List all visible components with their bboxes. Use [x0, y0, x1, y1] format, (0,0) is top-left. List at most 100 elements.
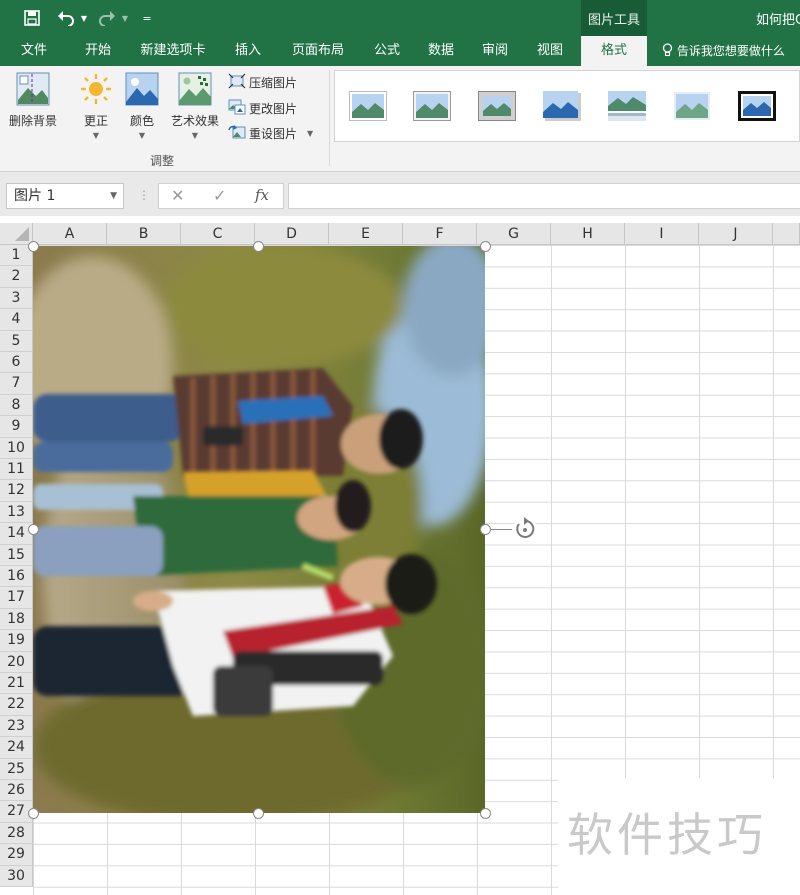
column-header-e[interactable]: E [329, 223, 403, 245]
column-header-b[interactable]: B [107, 223, 181, 245]
enter-check-icon[interactable]: ✓ [213, 186, 226, 205]
lightbulb-icon [662, 43, 677, 58]
color-button[interactable]: 颜色 ▼ [122, 72, 162, 140]
resize-handle-top-left[interactable] [28, 241, 39, 252]
row-header-8[interactable]: 8 [0, 394, 33, 417]
formula-bar: 图片 1 ▼ ⋮ ✕ ✓ fx [0, 172, 800, 216]
rotated-group-photo [33, 246, 485, 813]
picture-style-beveled[interactable] [413, 91, 451, 121]
tab-insert[interactable]: 插入 [222, 36, 274, 66]
change-picture-label: 更改图片 [249, 101, 298, 116]
inserted-picture[interactable] [33, 246, 485, 813]
row-header-19[interactable]: 19 [0, 630, 33, 652]
row-header-30[interactable]: 30 [0, 865, 33, 887]
save-icon[interactable] [22, 8, 42, 28]
picture-style-reflected[interactable] [608, 91, 646, 121]
corrections-button[interactable]: 更正 ▼ [76, 72, 116, 140]
rotation-connector [490, 529, 512, 530]
resize-handle-top-right[interactable] [480, 241, 491, 252]
column-header-j[interactable]: J [699, 223, 773, 245]
chevron-down-icon[interactable]: ▼ [110, 184, 117, 208]
resize-handle-middle-left[interactable] [28, 524, 39, 535]
row-header-12[interactable]: 12 [0, 480, 33, 502]
resize-handle-bottom-left[interactable] [28, 808, 39, 819]
cancel-icon[interactable]: ✕ [171, 186, 184, 205]
picture-style-thick-matte[interactable] [478, 91, 516, 121]
row-header-29[interactable]: 29 [0, 844, 33, 866]
corrections-label: 更正 [83, 114, 108, 128]
row-header-7[interactable]: 7 [0, 373, 33, 395]
customize-quick-access-icon[interactable]: = [140, 8, 154, 28]
row-header-3[interactable]: 3 [0, 287, 33, 310]
select-all-corner[interactable] [0, 223, 33, 245]
column-header-f[interactable]: F [403, 223, 477, 245]
tab-data[interactable]: 数据 [416, 36, 466, 66]
picture-style-simple-shadow[interactable] [543, 91, 581, 121]
row-header-4[interactable]: 4 [0, 309, 33, 331]
column-header-i[interactable]: I [625, 223, 699, 245]
undo-dropdown-icon[interactable]: ▼ [79, 8, 89, 28]
chevron-down-icon[interactable]: ▼ [307, 129, 313, 138]
column-header-d[interactable]: D [255, 223, 329, 245]
tab-review[interactable]: 审阅 [470, 36, 520, 66]
redo-icon[interactable] [97, 8, 117, 28]
row-header-25[interactable]: 25 [0, 758, 33, 780]
row-header-17[interactable]: 17 [0, 587, 33, 609]
row-header-13[interactable]: 13 [0, 501, 33, 524]
group-separator [329, 70, 330, 166]
undo-icon[interactable] [56, 8, 76, 28]
insert-function-button[interactable]: fx [255, 186, 269, 204]
reset-picture-icon [228, 124, 249, 143]
formula-bar-grip-icon[interactable]: ⋮ [138, 188, 150, 202]
resize-handle-bottom-right[interactable] [480, 808, 491, 819]
tab-format[interactable]: 格式 [581, 36, 647, 66]
tab-view[interactable]: 视图 [524, 36, 576, 66]
row-header-11[interactable]: 11 [0, 459, 33, 481]
name-box-value: 图片 1 [14, 188, 56, 204]
row-header-28[interactable]: 28 [0, 822, 33, 845]
row-header-18[interactable]: 18 [0, 608, 33, 631]
compress-pictures-button[interactable]: 压缩图片 [228, 72, 297, 92]
reset-picture-label: 重设图片 [249, 126, 298, 141]
ribbon-format: 删除背景 更正 ▼ 颜色 ▼ 艺术效果 ▼ 压缩图片 更改图片 重设图片 ▼ 调… [0, 66, 800, 172]
formula-input[interactable] [288, 183, 800, 209]
tab-new-tab[interactable]: 新建选项卡 [131, 36, 215, 66]
tab-formulas[interactable]: 公式 [362, 36, 412, 66]
artistic-effects-button[interactable]: 艺术效果 ▼ [166, 72, 224, 140]
resize-handle-bottom-middle[interactable] [253, 808, 264, 819]
artistic-effects-icon [166, 72, 224, 109]
row-header-23[interactable]: 23 [0, 715, 33, 738]
row-header-10[interactable]: 10 [0, 437, 33, 459]
picture-style-simple-frame[interactable] [349, 91, 387, 121]
column-header-c[interactable]: C [181, 223, 255, 245]
tell-me-search[interactable]: 告诉我您想要做什么 [662, 36, 785, 66]
resize-handle-top-middle[interactable] [253, 241, 264, 252]
row-header-21[interactable]: 21 [0, 673, 33, 695]
row-header-20[interactable]: 20 [0, 651, 33, 673]
row-header-22[interactable]: 22 [0, 694, 33, 716]
row-header-6[interactable]: 6 [0, 352, 33, 374]
column-header-overflow [773, 223, 800, 245]
reset-picture-button[interactable]: 重设图片 ▼ [228, 123, 313, 143]
remove-background-button[interactable]: 删除背景 [4, 72, 62, 129]
formula-buttons: ✕ ✓ fx [158, 183, 284, 209]
rotate-handle-icon[interactable] [511, 515, 539, 543]
tab-file[interactable]: 文件 [6, 36, 62, 66]
row-header-26[interactable]: 26 [0, 780, 33, 802]
change-picture-button[interactable]: 更改图片 [228, 98, 297, 118]
picture-style-black-frame[interactable] [738, 91, 776, 121]
column-header-a[interactable]: A [33, 223, 107, 245]
row-header-16[interactable]: 16 [0, 566, 33, 588]
row-header-5[interactable]: 5 [0, 330, 33, 352]
redo-dropdown-icon[interactable]: ▼ [120, 8, 130, 28]
name-box[interactable]: 图片 1 ▼ [6, 183, 124, 209]
document-title: 如何把C [756, 13, 800, 28]
tab-page-layout[interactable]: 页面布局 [282, 36, 354, 66]
row-header-9[interactable]: 9 [0, 416, 33, 438]
row-header-24[interactable]: 24 [0, 737, 33, 759]
picture-style-soft-edge[interactable] [673, 91, 711, 121]
column-header-h[interactable]: H [551, 223, 625, 245]
row-header-2[interactable]: 2 [0, 266, 33, 288]
tab-home[interactable]: 开始 [70, 36, 126, 66]
row-header-15[interactable]: 15 [0, 544, 33, 566]
